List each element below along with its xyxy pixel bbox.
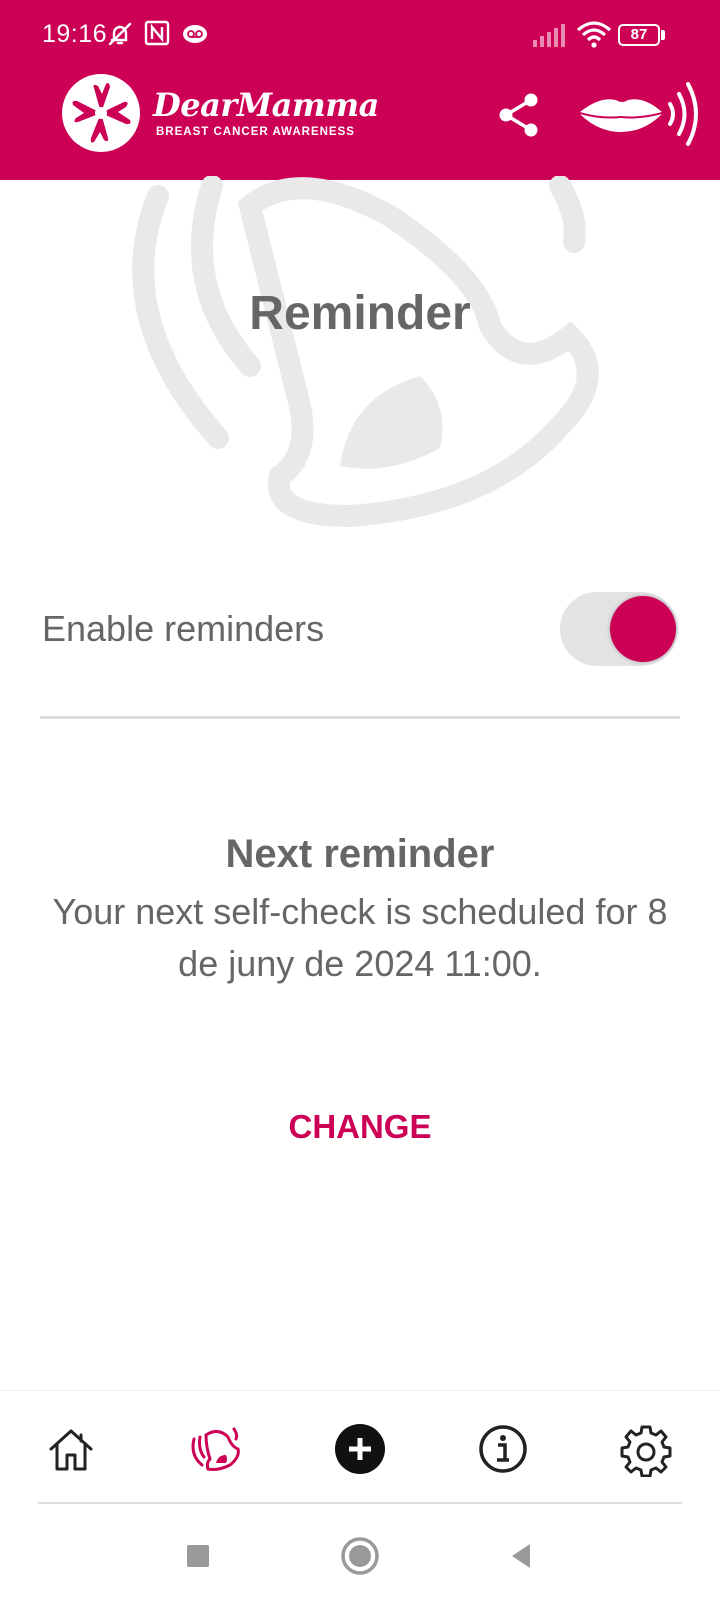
recent-apps-icon[interactable]: [176, 1534, 220, 1578]
speak-lips-icon[interactable]: [578, 80, 702, 150]
battery-level: 87: [630, 26, 648, 43]
change-button[interactable]: CHANGE: [260, 1108, 460, 1158]
system-nav-bar: [0, 1504, 720, 1600]
mute-bell-icon: [108, 22, 132, 46]
add-icon[interactable]: [332, 1421, 388, 1477]
app-logo: [62, 74, 140, 152]
reminder-icon[interactable]: [188, 1421, 244, 1477]
home-icon[interactable]: [43, 1421, 99, 1477]
nfc-icon: [144, 20, 170, 46]
bell-background-icon: [132, 176, 599, 528]
voicemail-icon: [183, 25, 207, 43]
wifi-icon: [576, 21, 612, 48]
status-bar: 19:16 87: [0, 0, 720, 70]
page-title: Reminder: [249, 287, 471, 340]
app-tagline: BREAST CANCER AWARENESS: [156, 126, 355, 138]
app-header: 19:16 87 DearMamma BREAST CANCER AWARENE…: [0, 0, 720, 180]
bottom-nav: [0, 1390, 720, 1500]
enable-reminders-label: Enable reminders: [42, 608, 325, 649]
info-icon[interactable]: [475, 1421, 531, 1477]
next-reminder-text: Your next self-check is scheduled for 8 …: [52, 891, 668, 984]
back-icon[interactable]: [500, 1534, 544, 1578]
divider: [40, 716, 680, 719]
app-name: DearMamma: [153, 86, 379, 124]
share-icon[interactable]: [494, 90, 544, 140]
settings-icon[interactable]: [618, 1421, 674, 1477]
signal-icon: [533, 24, 565, 47]
enable-reminders-toggle[interactable]: [560, 590, 678, 668]
battery-tip: [661, 30, 665, 40]
battery-icon: 87: [618, 24, 660, 46]
home-button-icon[interactable]: [338, 1534, 382, 1578]
next-reminder-title: Next reminder: [225, 832, 495, 876]
toggle-thumb: [610, 596, 676, 662]
status-time: 19:16: [42, 20, 108, 48]
hands-logo-icon: [72, 83, 131, 143]
